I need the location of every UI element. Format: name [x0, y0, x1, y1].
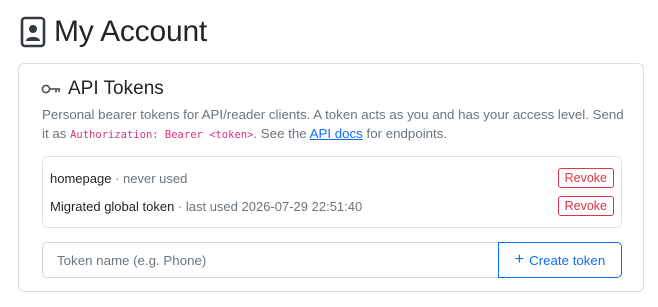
- card-title: API Tokens: [68, 78, 164, 99]
- token-list: homepage · never used Revoke Migrated gl…: [42, 156, 622, 228]
- auth-header-code: Authorization: Bearer <token>: [70, 129, 254, 141]
- card-header: API Tokens: [41, 78, 164, 100]
- token-name: homepage: [50, 170, 112, 186]
- page-title: My Account: [54, 15, 208, 48]
- token-row: homepage · never used Revoke: [43, 164, 621, 192]
- revoke-button[interactable]: Revoke: [557, 196, 614, 216]
- create-token-form: + Create token: [42, 242, 622, 278]
- token-row: Migrated global token · last used 2026-0…: [43, 192, 621, 220]
- token-usage: · last used 2026-07-29 22:51:40: [174, 198, 363, 214]
- key-icon: [41, 84, 60, 94]
- description-text: for endpoints.: [362, 126, 448, 141]
- api-docs-link[interactable]: API docs: [310, 126, 363, 141]
- token-name-input[interactable]: [42, 242, 498, 278]
- token-name: Migrated global token: [50, 198, 175, 214]
- api-tokens-card: API Tokens Personal bearer tokens for AP…: [18, 63, 644, 292]
- token-usage: · never used: [111, 170, 188, 186]
- token-info: homepage · never used: [50, 171, 187, 186]
- create-token-label: Create token: [529, 252, 606, 268]
- create-token-button[interactable]: + Create token: [498, 242, 622, 278]
- plus-icon: +: [514, 251, 525, 268]
- revoke-button[interactable]: Revoke: [557, 168, 614, 188]
- card-description: Personal bearer tokens for API/reader cl…: [42, 105, 632, 145]
- page-header: My Account: [20, 12, 207, 52]
- id-badge-icon: [20, 16, 46, 48]
- token-info: Migrated global token · last used 2026-0…: [50, 199, 362, 214]
- description-text: . See the: [253, 126, 310, 141]
